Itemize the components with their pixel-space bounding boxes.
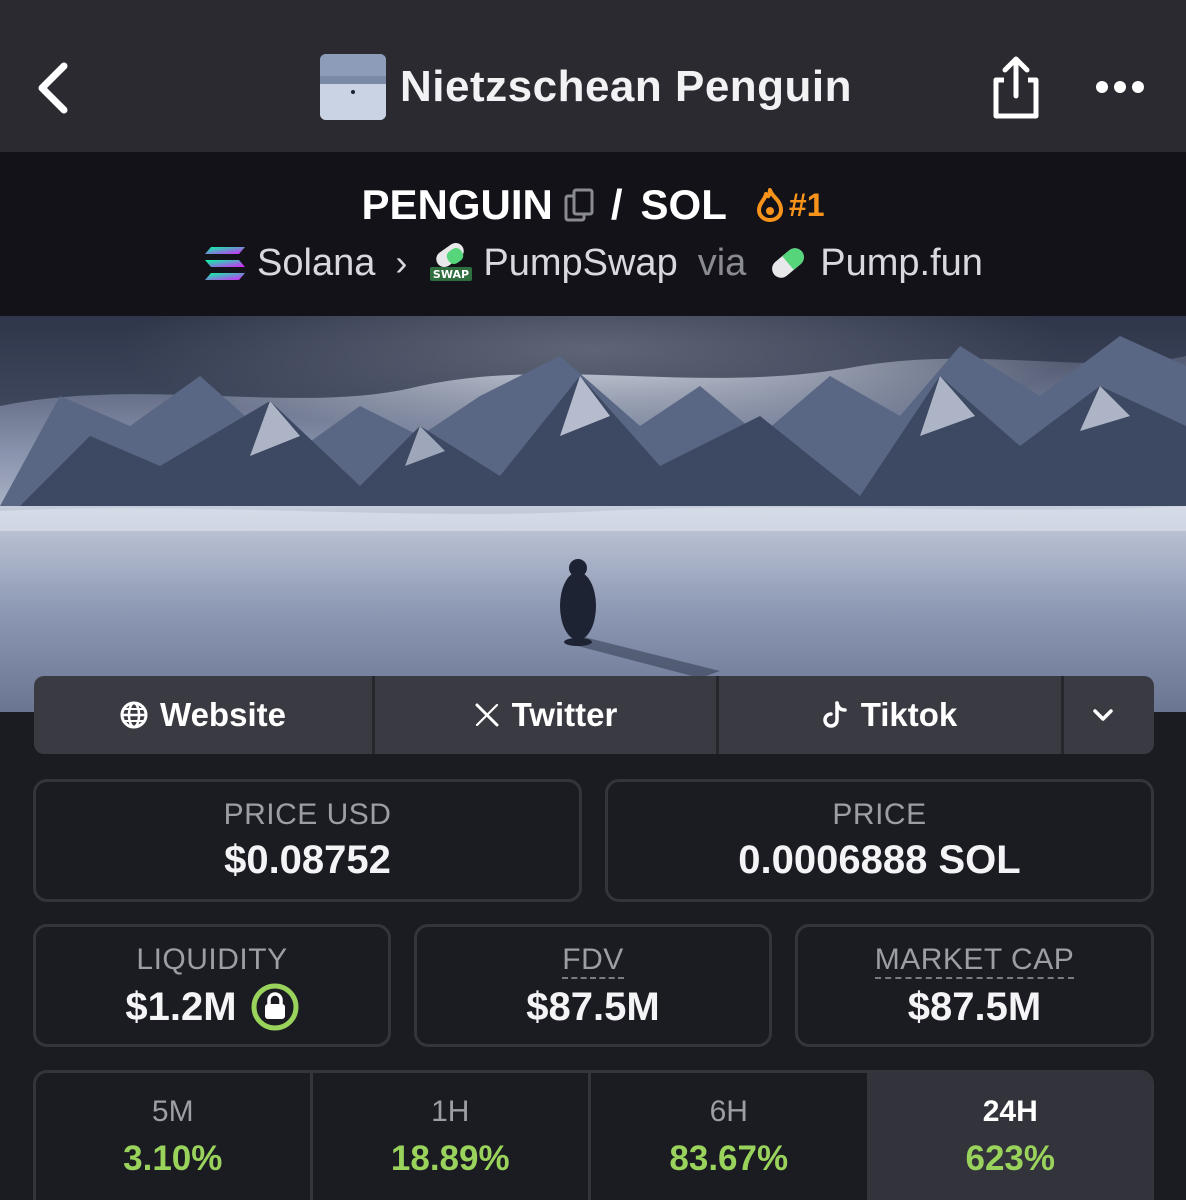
timeframe-tabs: 5M 3.10% 1H 18.89% 6H 83.67% 24H 623% (33, 1070, 1154, 1200)
liquidity-card: LIQUIDITY $1.2M (33, 924, 391, 1047)
fdv-label[interactable]: FDV (562, 943, 624, 979)
globe-icon (120, 701, 148, 729)
liquidity-label: LIQUIDITY (136, 943, 288, 976)
solana-icon (205, 247, 246, 280)
tiktok-link-button[interactable]: Tiktok (719, 676, 1064, 754)
pair-header: PENGUIN / SOL #1 Solana › SWAP PumpSwap … (0, 152, 1186, 316)
tab-label: 1H (431, 1095, 470, 1128)
trending-rank-badge[interactable]: #1 (755, 186, 825, 224)
token-thumbnail (320, 54, 386, 120)
market-cap-card: MARKET CAP $87.5M (795, 924, 1154, 1047)
liquidity-value-row: $1.2M (36, 983, 388, 1031)
pair-quote-symbol: SOL (640, 181, 727, 228)
copy-icon[interactable] (563, 187, 597, 223)
share-button[interactable] (986, 54, 1046, 120)
fdv-card: FDV $87.5M (414, 924, 772, 1047)
pair-base-symbol: PENGUIN (361, 181, 553, 228)
price-usd-value: $0.08752 (224, 838, 391, 882)
social-links-bar: Website Twitter Tiktok (34, 676, 1154, 754)
more-options-button[interactable] (1090, 72, 1150, 102)
dex-name[interactable]: PumpSwap (483, 242, 677, 285)
twitter-link-button[interactable]: Twitter (375, 676, 719, 754)
tab-24h[interactable]: 24H 623% (869, 1073, 1151, 1200)
chevron-down-icon (1093, 709, 1113, 721)
pair-line: PENGUIN / SOL #1 (0, 180, 1186, 230)
twitter-link-label: Twitter (511, 696, 618, 733)
tab-change-value: 3.10% (123, 1139, 223, 1178)
pill-icon (772, 248, 805, 278)
route-breadcrumb: Solana › SWAP PumpSwap via Pump.fun (0, 240, 1186, 286)
tab-5m[interactable]: 5M 3.10% (36, 1073, 313, 1200)
token-name: Nietzschean Penguin (400, 62, 853, 111)
tab-change-value: 83.67% (669, 1139, 789, 1178)
pair-separator: / (610, 181, 623, 228)
tab-label: 24H (982, 1095, 1038, 1128)
share-icon (993, 56, 1039, 119)
tab-label: 6H (709, 1095, 748, 1128)
website-link-button[interactable]: Website (34, 676, 375, 754)
back-icon (38, 62, 68, 114)
tab-change-value: 18.89% (390, 1139, 510, 1178)
launchpad-name[interactable]: Pump.fun (820, 242, 983, 285)
market-cap-label[interactable]: MARKET CAP (874, 943, 1075, 979)
via-label: via (697, 241, 747, 284)
chevron-right-icon: › (395, 242, 408, 283)
lock-icon[interactable] (251, 983, 299, 1031)
pumpswap-icon: SWAP (430, 243, 473, 281)
swap-badge-text: SWAP (433, 268, 469, 281)
price-sol-value: 0.0006888 SOL (738, 838, 1021, 882)
back-button[interactable] (30, 56, 80, 120)
market-cap-value: $87.5M (907, 985, 1042, 1029)
top-navigation-bar: Nietzschean Penguin (0, 0, 1186, 152)
trending-rank: #1 (788, 186, 825, 223)
tiktok-link-label: Tiktok (860, 696, 958, 733)
tab-1h[interactable]: 1H 18.89% (313, 1073, 592, 1200)
chain-name[interactable]: Solana (257, 242, 375, 285)
more-links-dropdown[interactable] (1064, 676, 1154, 754)
price-usd-card: PRICE USD $0.08752 (33, 779, 582, 902)
tab-label: 5M (151, 1095, 194, 1128)
token-title: Nietzschean Penguin (320, 54, 852, 120)
flame-icon (756, 188, 783, 222)
price-sol-label: PRICE (832, 798, 927, 831)
liquidity-value: $1.2M (125, 984, 237, 1029)
tiktok-icon (822, 701, 847, 728)
fdv-value: $87.5M (526, 985, 660, 1029)
tab-6h[interactable]: 6H 83.67% (591, 1073, 870, 1200)
tab-change-value: 623% (965, 1139, 1056, 1178)
x-icon (475, 703, 499, 727)
website-link-label: Website (160, 696, 286, 733)
price-usd-label: PRICE USD (223, 798, 392, 831)
more-icon (1096, 81, 1144, 93)
token-banner-image (0, 316, 1186, 712)
price-sol-card: PRICE 0.0006888 SOL (605, 779, 1154, 902)
